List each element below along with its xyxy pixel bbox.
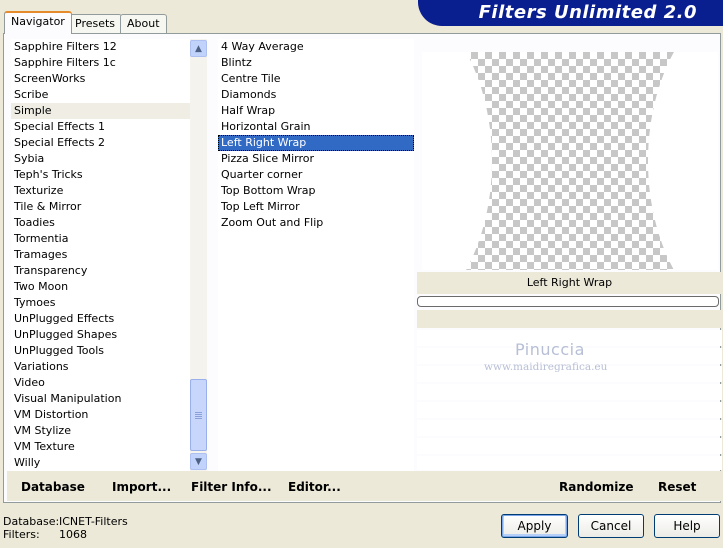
help-button[interactable]: Help bbox=[654, 514, 720, 538]
preview-filter-label: Left Right Wrap bbox=[417, 272, 722, 294]
filter-item[interactable]: Half Wrap bbox=[218, 103, 414, 119]
category-item[interactable]: VM Distortion bbox=[11, 407, 191, 423]
title-banner: Filters Unlimited 2.0 bbox=[418, 0, 723, 26]
category-item[interactable]: Transparency bbox=[11, 263, 191, 279]
navigator-panel: Sapphire Filters 12 Sapphire Filters 1c Sc… bbox=[3, 33, 723, 503]
filters-label: Filters: bbox=[3, 528, 40, 541]
app-title: Filters Unlimited 2.0 bbox=[478, 2, 697, 23]
database-label: Database: bbox=[3, 515, 60, 528]
category-item[interactable]: Variations bbox=[11, 359, 191, 375]
apply-button[interactable]: Apply bbox=[501, 514, 568, 538]
scrollbar-thumb[interactable] bbox=[190, 379, 207, 451]
category-item[interactable]: Toadies bbox=[11, 215, 191, 231]
category-item[interactable]: UnPlugged Shapes bbox=[11, 327, 191, 343]
category-item[interactable]: Simple bbox=[11, 103, 191, 119]
category-item[interactable]: Video bbox=[11, 375, 191, 391]
category-item[interactable]: Texturize bbox=[11, 183, 191, 199]
import-button[interactable]: Import... bbox=[112, 480, 171, 494]
category-item[interactable]: Tile & Mirror bbox=[11, 199, 191, 215]
category-item[interactable]: VM Stylize bbox=[11, 423, 191, 439]
filter-list[interactable]: 4 Way Average Blintz Centre Tile Diamonds Ha… bbox=[218, 39, 414, 471]
category-item[interactable]: VM Texture bbox=[11, 439, 191, 455]
filter-item[interactable]: Quarter corner bbox=[218, 167, 414, 183]
filter-info-button[interactable]: Filter Info... bbox=[191, 480, 272, 494]
category-item[interactable]: Willy bbox=[11, 455, 191, 471]
cancel-button[interactable]: Cancel bbox=[578, 514, 644, 538]
category-item[interactable]: UnPlugged Tools bbox=[11, 343, 191, 359]
category-item[interactable]: Sapphire Filters 12 bbox=[11, 39, 191, 55]
category-item[interactable]: Scribe bbox=[11, 87, 191, 103]
watermark-name: Pinuccia bbox=[515, 340, 585, 359]
tab-about[interactable]: About bbox=[120, 14, 167, 33]
category-item[interactable]: Tymoes bbox=[11, 295, 191, 311]
filter-item[interactable]: Left Right Wrap bbox=[218, 135, 414, 151]
category-item[interactable]: Sapphire Filters 1c bbox=[11, 55, 191, 71]
filter-item[interactable]: Top Left Mirror bbox=[218, 199, 414, 215]
filter-item[interactable]: Diamonds bbox=[218, 87, 414, 103]
filter-item[interactable]: Zoom Out and Flip bbox=[218, 215, 414, 231]
tab-presets[interactable]: Presets bbox=[68, 14, 123, 33]
tab-navigator[interactable]: Navigator bbox=[4, 11, 72, 34]
filter-item[interactable]: Pizza Slice Mirror bbox=[218, 151, 414, 167]
database-button[interactable]: Database bbox=[21, 480, 85, 494]
filter-item[interactable]: Horizontal Grain bbox=[218, 119, 414, 135]
category-list[interactable]: Sapphire Filters 12 Sapphire Filters 1c Sc… bbox=[11, 39, 191, 471]
filters-count: 1068 bbox=[59, 528, 87, 541]
database-value: ICNET-Filters bbox=[59, 515, 128, 528]
category-item[interactable]: Special Effects 2 bbox=[11, 135, 191, 151]
filter-item[interactable]: Top Bottom Wrap bbox=[218, 183, 414, 199]
category-item[interactable]: Sybia bbox=[11, 151, 191, 167]
category-item[interactable]: ScreenWorks bbox=[11, 71, 191, 87]
reset-button[interactable]: Reset bbox=[658, 480, 696, 494]
watermark-url: www.maidiregrafica.eu bbox=[484, 361, 608, 373]
category-item[interactable]: Tormentia bbox=[11, 231, 191, 247]
preview-image bbox=[422, 52, 718, 270]
parameter-area bbox=[417, 310, 722, 470]
category-item[interactable]: Tramages bbox=[11, 247, 191, 263]
progress-bar bbox=[417, 296, 719, 307]
chevron-up-icon[interactable]: ▲ bbox=[190, 40, 207, 57]
chevron-down-icon[interactable]: ▼ bbox=[190, 453, 207, 470]
filter-item[interactable]: 4 Way Average bbox=[218, 39, 414, 55]
category-item[interactable]: Teph's Tricks bbox=[11, 167, 191, 183]
filter-item[interactable]: Blintz bbox=[218, 55, 414, 71]
category-item[interactable]: Two Moon bbox=[11, 279, 191, 295]
category-scrollbar[interactable]: ▲ ▼ bbox=[190, 39, 207, 471]
category-item[interactable]: UnPlugged Effects bbox=[11, 311, 191, 327]
editor-button[interactable]: Editor... bbox=[288, 480, 341, 494]
randomize-button[interactable]: Randomize bbox=[559, 480, 633, 494]
category-item[interactable]: Special Effects 1 bbox=[11, 119, 191, 135]
filter-item[interactable]: Centre Tile bbox=[218, 71, 414, 87]
category-item[interactable]: Visual Manipulation bbox=[11, 391, 191, 407]
